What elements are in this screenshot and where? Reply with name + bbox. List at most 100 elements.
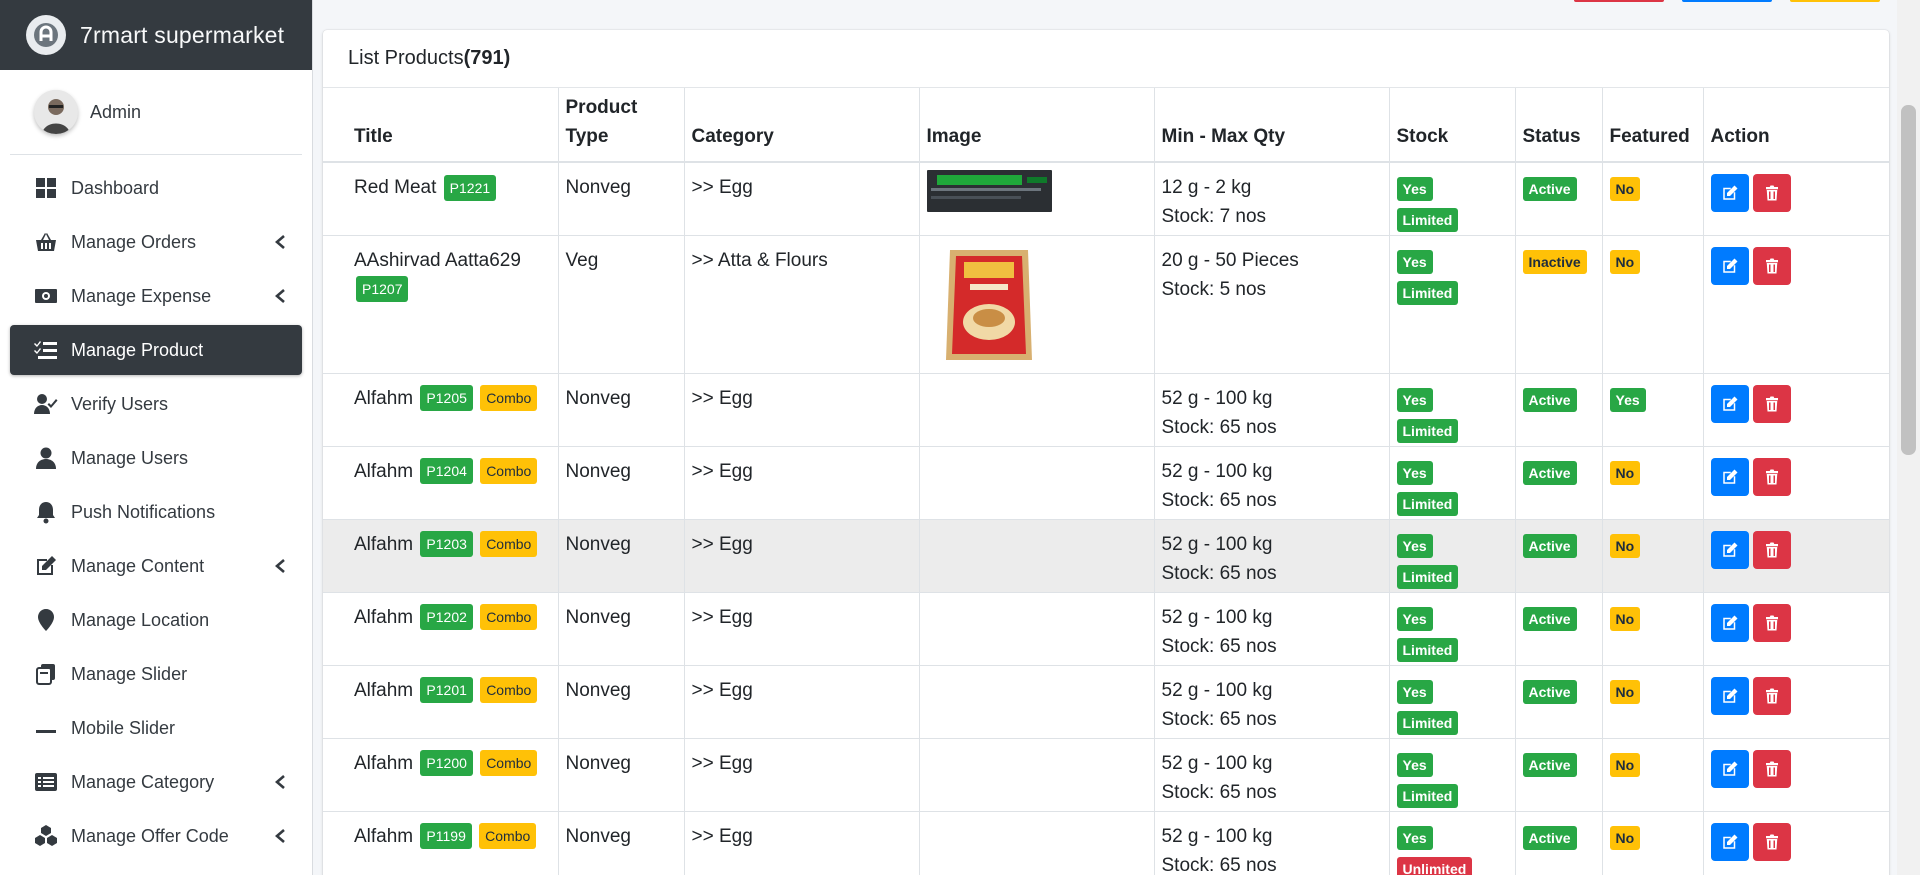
status-badge[interactable]: Active <box>1522 825 1577 850</box>
chevron-left-icon[interactable] <box>274 288 288 304</box>
status-badge[interactable]: Active <box>1522 177 1577 201</box>
edit-button[interactable] <box>1710 822 1749 861</box>
limit-badge[interactable]: Limited <box>1396 564 1459 589</box>
edit-button[interactable] <box>1710 174 1749 212</box>
featured-badge[interactable]: No <box>1609 460 1641 485</box>
sidebar-item-manage-slider[interactable]: Manage Slider <box>10 649 302 699</box>
stock-badge[interactable]: Yes <box>1396 177 1433 201</box>
chevron-left-icon[interactable] <box>274 234 288 250</box>
featured-badge[interactable]: No <box>1609 825 1641 850</box>
table-row[interactable]: Alfahm P1202 Combo Nonveg >> Egg 52 g - 100… <box>323 592 1889 666</box>
edit-button[interactable] <box>1710 603 1749 642</box>
sidebar-item-dashboard[interactable]: Dashboard <box>10 163 302 213</box>
delete-button[interactable] <box>1752 676 1791 715</box>
sidebar-item-mobile-slider[interactable]: Mobile Slider <box>10 703 302 753</box>
sidebar-item-manage-expense[interactable]: Manage Expense <box>10 271 302 321</box>
featured-badge[interactable]: No <box>1609 177 1641 201</box>
top-button-red[interactable] <box>1574 0 1664 2</box>
delete-button[interactable] <box>1752 457 1791 496</box>
status-badge[interactable]: Active <box>1522 387 1577 412</box>
scrollbar[interactable] <box>1897 0 1920 875</box>
table-row[interactable]: Alfahm P1201 Combo Nonveg >> Egg 52 g - 100… <box>323 665 1889 739</box>
sidebar-item-verify-users[interactable]: Verify Users <box>10 379 302 429</box>
delete-button[interactable] <box>1752 822 1791 861</box>
scrollbar-thumb[interactable] <box>1901 105 1916 455</box>
delete-button[interactable] <box>1752 749 1791 788</box>
sidebar-item-manage-users[interactable]: Manage Users <box>10 433 302 483</box>
status-badge[interactable]: Active <box>1522 460 1577 485</box>
top-button-yellow[interactable] <box>1790 0 1880 2</box>
featured-badge[interactable]: No <box>1609 533 1641 558</box>
table-row[interactable]: AAshirvad Aatta629 P1207 Veg >> Atta & Flou… <box>323 235 1889 374</box>
brand-link[interactable]: 7rmart supermarket <box>0 0 312 70</box>
column-header-min-max-qty[interactable]: Min - Max Qty <box>1154 88 1390 163</box>
column-header-title[interactable]: Title <box>323 88 559 163</box>
product-image[interactable] <box>926 170 1052 212</box>
delete-button[interactable] <box>1752 174 1791 212</box>
stock-badge[interactable]: Yes <box>1396 606 1433 631</box>
status-badge[interactable]: Active <box>1522 533 1577 558</box>
table-row[interactable]: Alfahm P1200 Combo Nonveg >> Egg 52 g - 100… <box>323 738 1889 812</box>
table-row[interactable]: Red Meat P1221 Nonveg >> Egg 12 g - 2 kg Sto… <box>323 162 1889 236</box>
delete-button[interactable] <box>1752 603 1791 642</box>
delete-button[interactable] <box>1752 530 1791 569</box>
chevron-left-icon[interactable] <box>274 558 288 574</box>
stock-badge[interactable]: Yes <box>1396 387 1433 412</box>
table-row[interactable]: Alfahm P1205 Combo Nonveg >> Egg 52 g - 100… <box>323 373 1889 447</box>
featured-badge[interactable]: No <box>1609 679 1641 704</box>
limit-badge[interactable]: Limited <box>1396 418 1459 443</box>
chevron-left-icon[interactable] <box>274 828 288 844</box>
status-badge[interactable]: Active <box>1522 679 1577 704</box>
status-badge[interactable]: Active <box>1522 606 1577 631</box>
sidebar-item-manage-content[interactable]: Manage Content <box>10 541 302 591</box>
edit-button[interactable] <box>1710 749 1749 788</box>
limit-badge[interactable]: Limited <box>1396 491 1459 516</box>
featured-badge[interactable]: Yes <box>1609 387 1646 412</box>
featured-badge[interactable]: No <box>1609 249 1641 274</box>
table-row[interactable]: Alfahm P1199 Combo Nonveg >> Egg 52 g - 100… <box>323 811 1889 875</box>
top-button-blue[interactable] <box>1682 0 1772 2</box>
table-row[interactable]: Alfahm P1204 Combo Nonveg >> Egg 52 g - 100… <box>323 446 1889 520</box>
table-row[interactable]: Alfahm P1203 Combo Nonveg >> Egg 52 g - 100… <box>323 519 1889 593</box>
column-header-category[interactable]: Category <box>684 88 920 163</box>
sidebar-item-manage-location[interactable]: Manage Location <box>10 595 302 645</box>
product-image[interactable] <box>942 246 1036 364</box>
limit-badge[interactable]: Limited <box>1396 208 1459 232</box>
column-header-status[interactable]: Status <box>1515 88 1603 163</box>
stock-badge[interactable]: Yes <box>1396 752 1433 777</box>
featured-badge[interactable]: No <box>1609 606 1641 631</box>
chevron-left-icon[interactable] <box>274 774 288 790</box>
column-header-featured[interactable]: Featured <box>1602 88 1704 163</box>
edit-button[interactable] <box>1710 530 1749 569</box>
limit-badge[interactable]: Limited <box>1396 637 1459 662</box>
column-header-image[interactable]: Image <box>919 88 1155 163</box>
stock-badge[interactable]: Yes <box>1396 249 1433 274</box>
cell-category: >> Egg <box>684 446 920 520</box>
edit-button[interactable] <box>1710 676 1749 715</box>
featured-badge[interactable]: No <box>1609 752 1641 777</box>
edit-button[interactable] <box>1710 384 1749 423</box>
status-badge[interactable]: Inactive <box>1522 249 1587 274</box>
stock-badge[interactable]: Yes <box>1396 533 1433 558</box>
edit-button[interactable] <box>1710 246 1749 285</box>
column-header-stock[interactable]: Stock <box>1389 88 1516 163</box>
sidebar-item-manage-orders[interactable]: Manage Orders <box>10 217 302 267</box>
column-header-product-type[interactable]: Product Type <box>558 88 685 163</box>
delete-button[interactable] <box>1752 384 1791 423</box>
status-badge[interactable]: Active <box>1522 752 1577 777</box>
stock-badge[interactable]: Yes <box>1396 825 1433 850</box>
sidebar-item-manage-product[interactable]: Manage Product <box>10 325 302 375</box>
limit-badge[interactable]: Unlimited <box>1396 856 1473 875</box>
column-header-action[interactable]: Action <box>1703 88 1889 163</box>
user-panel[interactable]: Admin <box>10 70 302 155</box>
limit-badge[interactable]: Limited <box>1396 783 1459 808</box>
sidebar-item-manage-category[interactable]: Manage Category <box>10 757 302 807</box>
delete-button[interactable] <box>1752 246 1791 285</box>
edit-button[interactable] <box>1710 457 1749 496</box>
limit-badge[interactable]: Limited <box>1396 710 1459 735</box>
stock-badge[interactable]: Yes <box>1396 460 1433 485</box>
sidebar-item-push-notifications[interactable]: Push Notifications <box>10 487 302 537</box>
sidebar-item-manage-offer-code[interactable]: Manage Offer Code <box>10 811 302 861</box>
limit-badge[interactable]: Limited <box>1396 280 1459 305</box>
stock-badge[interactable]: Yes <box>1396 679 1433 704</box>
